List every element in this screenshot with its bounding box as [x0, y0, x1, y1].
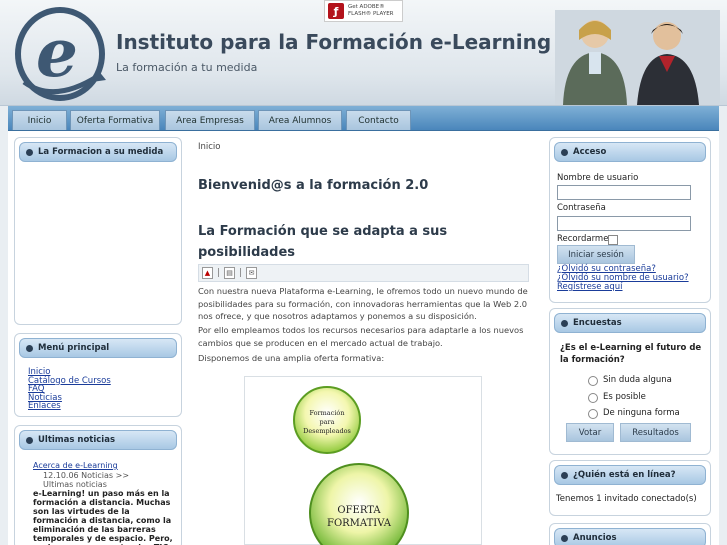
article-title: La Formación que se adapta a sus posibil…: [198, 224, 448, 260]
nav-item-area-empresas[interactable]: Area Empresas: [165, 110, 255, 130]
news-item-excerpt: e-Learning! un paso más en la formación …: [33, 489, 173, 545]
poll-option-radio-2[interactable]: [588, 393, 598, 403]
formacion-module: La Formacion a su medida: [14, 137, 182, 325]
flash-icon: ƒ: [328, 3, 344, 19]
password-label: Contraseña: [557, 203, 606, 213]
vote-button[interactable]: Votar: [566, 423, 614, 442]
oferta-formativa-diagram: Formación para Desempleados OFERTA FORMA…: [293, 386, 409, 545]
username-label: Nombre de usuario: [557, 173, 639, 183]
news-module: Ultimas noticias Acerca de e-Learning 12…: [14, 425, 182, 545]
site-header: e ƒ Get ADOBE® FLASH® PLAYER Instituto p…: [0, 0, 727, 106]
intro-paragraph-2: Por ello empleamos todos los recursos ne…: [198, 325, 524, 348]
flash-badge-line1: Get ADOBE®: [348, 4, 385, 10]
login-module-title: Acceso: [573, 147, 607, 157]
nav-item-contacto[interactable]: Contacto: [346, 110, 411, 130]
main-nav: Inicio Oferta Formativa Area Empresas Ar…: [8, 106, 719, 131]
formacion-module-title: La Formacion a su medida: [38, 147, 164, 157]
poll-option-radio-3[interactable]: [588, 409, 598, 419]
site-slogan: La formación a tu medida: [116, 61, 258, 74]
results-button[interactable]: Resultados: [620, 423, 691, 442]
poll-module-title: Encuestas: [573, 318, 622, 328]
online-text: Tenemos 1 invitado conectado(s): [556, 494, 697, 504]
username-input[interactable]: [557, 185, 691, 200]
password-input[interactable]: [557, 216, 691, 231]
online-module: ¿Quién está en línea?: [549, 460, 711, 516]
ads-module: Anuncios: [549, 523, 711, 545]
poll-option-label-2: Es posible: [603, 392, 646, 402]
flash-badge-line2: FLASH® PLAYER: [348, 11, 394, 17]
module-bullet-icon: [26, 148, 33, 156]
news-module-title: Ultimas noticias: [38, 435, 116, 445]
e-logo-icon: e: [15, 7, 106, 101]
nav-item-area-alumnos[interactable]: Area Alumnos: [258, 110, 342, 130]
big-circle-line1: OFERTA: [337, 505, 381, 516]
pdf-icon[interactable]: ▲: [202, 267, 213, 279]
online-module-title: ¿Quién está en línea?: [573, 470, 676, 480]
poll-option-radio-1[interactable]: [588, 376, 598, 386]
article-toolbar: ▲ | ▤ | ✉: [198, 264, 529, 282]
module-bullet-icon: [561, 148, 568, 156]
get-flash-player-badge[interactable]: ƒ Get ADOBE® FLASH® PLAYER: [324, 0, 403, 22]
main-menu-module: Menú principal Inicio Catálogo de Cursos…: [14, 333, 182, 417]
print-icon[interactable]: ▤: [224, 267, 236, 279]
module-bullet-icon: [561, 319, 568, 327]
remember-checkbox[interactable]: [608, 235, 618, 245]
site-title: Instituto para la Formación e-Learning: [116, 30, 552, 54]
module-bullet-icon: [26, 436, 33, 444]
remember-label: Recordarme: [557, 234, 609, 244]
small-circle-line3: Desempleados: [303, 427, 351, 435]
module-bullet-icon: [561, 471, 568, 479]
menu-link-enlaces[interactable]: Enlaces: [28, 402, 169, 411]
news-item-meta: 12.10.06 Noticias >> Ultimas noticias: [43, 471, 130, 489]
register-link[interactable]: Regístrese aquí: [557, 283, 623, 292]
poll-option-label-3: De ninguna forma: [603, 408, 680, 418]
svg-text:e: e: [36, 14, 78, 92]
nav-item-oferta-formativa[interactable]: Oferta Formativa: [70, 110, 160, 130]
menu-link-catalogo[interactable]: Catálogo de Cursos: [28, 376, 169, 386]
oferta-formativa-graphic: Formación para Desempleados OFERTA FORMA…: [244, 376, 482, 545]
login-button[interactable]: Iniciar sesión: [557, 245, 635, 264]
small-circle-line1: Formación: [309, 409, 344, 417]
module-bullet-icon: [561, 534, 568, 542]
big-circle-line2: FORMATIVA: [327, 518, 392, 529]
main-menu-title: Menú principal: [38, 343, 110, 353]
header-people-photo: [555, 10, 720, 105]
intro-paragraph-3: Disponemos de una amplia oferta formativ…: [198, 353, 385, 363]
intro-paragraph-1: Con nuestra nueva Plataforma e-Learning,…: [198, 286, 528, 321]
email-icon[interactable]: ✉: [246, 267, 258, 279]
poll-option-label-1: Sin duda alguna: [603, 375, 672, 385]
news-item-link[interactable]: Acerca de e-Learning: [33, 461, 118, 470]
nav-item-inicio[interactable]: Inicio: [12, 110, 67, 130]
small-circle-line2: para: [319, 418, 334, 426]
ads-module-title: Anuncios: [573, 533, 617, 543]
welcome-heading: Bienvenid@s a la formación 2.0: [198, 178, 429, 193]
breadcrumb[interactable]: Inicio: [198, 142, 221, 152]
poll-question: ¿Es el e-Learning el futuro de la formac…: [560, 343, 702, 365]
module-bullet-icon: [26, 344, 33, 352]
